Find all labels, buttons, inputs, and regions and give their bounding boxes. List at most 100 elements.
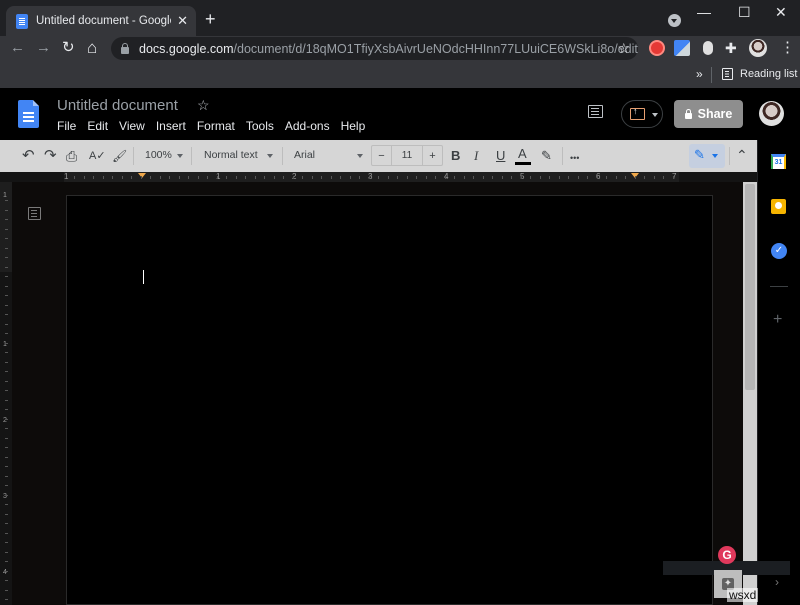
ruler-tick	[112, 176, 113, 179]
menu-format[interactable]: Format	[197, 119, 235, 133]
star-document-icon[interactable]: ☆	[197, 97, 210, 114]
tab-close-icon[interactable]: ✕	[177, 13, 188, 29]
side-panel-divider	[770, 286, 788, 287]
zoom-select[interactable]: 100%	[145, 149, 172, 161]
vertical-ruler-tick	[5, 552, 8, 553]
url-host: docs.google.com	[139, 41, 234, 56]
ruler-tick	[131, 176, 132, 179]
ruler-tick	[122, 176, 123, 179]
profile-avatar[interactable]	[749, 39, 767, 57]
chrome-menu-icon[interactable]: ⋮	[780, 37, 795, 59]
chevron-down-icon[interactable]	[267, 154, 273, 158]
ruler-tick	[473, 176, 474, 179]
document-title[interactable]: Untitled document	[57, 97, 178, 114]
lock-icon[interactable]	[121, 42, 129, 54]
ruler-tick	[302, 176, 303, 179]
menu-view[interactable]: View	[119, 119, 145, 133]
menu-file[interactable]: File	[57, 119, 76, 133]
more-options-icon[interactable]: •••	[570, 150, 579, 166]
italic-button[interactable]: I	[474, 148, 478, 164]
ruler-tick	[483, 176, 484, 179]
vertical-ruler-tick	[5, 495, 8, 496]
vertical-ruler-tick	[5, 219, 8, 220]
menu-addons[interactable]: Add-ons	[285, 119, 330, 133]
google-keep-icon[interactable]	[771, 199, 786, 214]
menu-insert[interactable]: Insert	[156, 119, 186, 133]
show-side-panel-icon[interactable]: ›	[775, 575, 779, 589]
reload-icon[interactable]: ↻	[62, 37, 75, 59]
text-color-button[interactable]: A	[518, 146, 527, 162]
editing-mode-button[interactable]: ✎	[689, 144, 725, 168]
print-icon[interactable]: ⎙	[66, 148, 77, 164]
ruler-tick	[331, 176, 332, 179]
vertical-ruler-tick	[5, 514, 8, 515]
left-indent-marker[interactable]	[138, 173, 146, 178]
browser-tab[interactable]: Untitled document - Google Docs ✕	[6, 6, 196, 36]
vertical-ruler-tick	[5, 286, 8, 287]
ruler-tick	[625, 176, 626, 179]
reading-list-button[interactable]: Reading list	[740, 68, 797, 80]
address-bar[interactable]: docs.google.com/document/d/18qMO1TfiyXsb…	[111, 37, 638, 60]
bookmark-star-icon[interactable]: ☆	[617, 40, 630, 57]
decrease-font-size-button[interactable]: −	[372, 146, 392, 165]
account-avatar[interactable]	[759, 101, 784, 126]
bookmarks-overflow-icon[interactable]: »	[696, 67, 703, 81]
ruler-tick	[540, 176, 541, 179]
get-addons-icon[interactable]: +	[773, 311, 782, 329]
highlight-color-icon[interactable]: ✎	[541, 148, 552, 164]
font-size-input[interactable]: 11	[392, 146, 423, 165]
font-select[interactable]: Arial	[294, 149, 315, 161]
scrollbar-thumb[interactable]	[745, 184, 755, 390]
tab-title: Untitled document - Google Docs	[36, 15, 171, 27]
google-calendar-icon[interactable]: 31	[771, 154, 786, 169]
chevron-down-icon[interactable]	[177, 154, 183, 158]
collapse-menus-icon[interactable]: ⌃	[736, 147, 748, 163]
vertical-ruler-tick	[5, 419, 8, 420]
new-tab-button[interactable]: +	[205, 10, 216, 28]
mouse-extension-icon[interactable]	[703, 41, 713, 55]
back-icon[interactable]: ←	[10, 37, 25, 59]
document-page[interactable]	[66, 195, 713, 605]
chevron-down-icon[interactable]	[652, 113, 658, 117]
reading-list-icon[interactable]	[722, 68, 733, 80]
google-tasks-icon[interactable]: ✓	[771, 243, 787, 259]
tab-search-icon[interactable]	[668, 14, 681, 27]
screen-recorder-icon[interactable]	[649, 40, 665, 56]
toolbar-separator	[282, 147, 283, 165]
vertical-ruler-tick	[5, 485, 8, 486]
maximize-button[interactable]: ☐	[738, 4, 751, 21]
comment-history-icon[interactable]	[588, 105, 603, 118]
menu-edit[interactable]: Edit	[87, 119, 108, 133]
toolbar-separator	[729, 147, 730, 165]
increase-font-size-button[interactable]: +	[423, 146, 442, 165]
google-translate-icon[interactable]	[674, 40, 690, 56]
ruler-tick	[274, 176, 275, 179]
puzzle-extensions-icon[interactable]: ✚	[725, 40, 741, 56]
underline-button[interactable]: U	[496, 148, 505, 164]
document-outline-icon[interactable]	[28, 207, 41, 220]
paint-format-icon[interactable]: 🖌	[112, 148, 127, 164]
vertical-ruler-tick	[5, 504, 8, 505]
close-window-button[interactable]: ✕	[775, 4, 787, 21]
forward-icon[interactable]: →	[36, 37, 51, 59]
chevron-down-icon[interactable]	[357, 154, 363, 158]
minimize-button[interactable]: —	[697, 4, 711, 20]
ruler-tick	[521, 176, 522, 179]
vertical-ruler-tick	[5, 542, 8, 543]
google-docs-logo-icon[interactable]	[18, 100, 39, 128]
vertical-ruler-tick	[5, 371, 8, 372]
redo-icon[interactable]: ↷	[44, 148, 57, 164]
undo-icon[interactable]: ↶	[22, 148, 35, 164]
grammarly-icon[interactable]: G	[718, 546, 736, 564]
spellcheck-icon[interactable]: A✓	[89, 148, 106, 164]
present-button[interactable]	[621, 100, 663, 128]
home-icon[interactable]: ⌂	[87, 37, 97, 59]
paragraph-style-select[interactable]: Normal text	[204, 149, 258, 161]
lock-icon	[684, 108, 692, 119]
share-button[interactable]: Share	[674, 100, 743, 128]
bold-button[interactable]: B	[451, 148, 460, 164]
menu-help[interactable]: Help	[341, 119, 366, 133]
ruler-tick	[245, 176, 246, 179]
vertical-ruler-tick	[5, 561, 8, 562]
menu-tools[interactable]: Tools	[246, 119, 274, 133]
